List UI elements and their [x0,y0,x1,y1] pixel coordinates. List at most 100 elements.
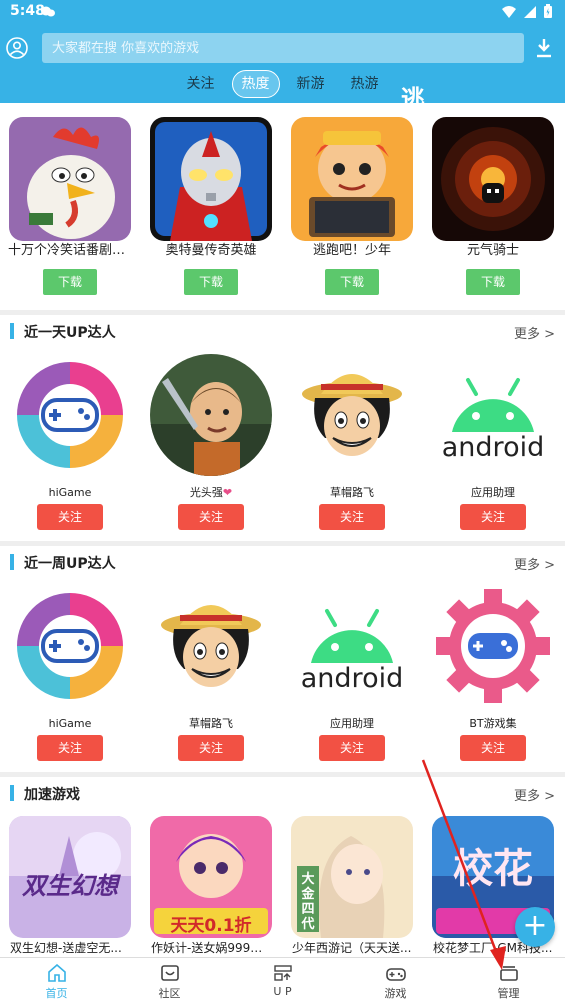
game-name: 逃跑吧！少年 [312,243,391,258]
avatar-bald-qiang[interactable] [150,354,272,476]
section-marker [10,785,14,801]
up-name: 应用助理 [471,486,515,499]
up-card[interactable]: BT游戏集 关注 [431,585,555,761]
bottom-nav: 首页 社区 U P 游戏 管理 [0,957,565,1004]
avatar-bt-game-collection[interactable] [432,585,554,707]
tab-new-games[interactable]: 新游 [288,70,334,98]
download-button[interactable]: 下载 [466,269,520,295]
section-marker [10,323,14,339]
nav-label: 游戏 [384,987,407,1000]
download-button[interactable]: 下载 [43,269,97,295]
up-name: BT游戏集 [469,717,517,730]
home-icon [47,964,66,982]
nav-label: 社区 [158,987,181,1000]
section-header-day: 近一天UP达人 更多 > [0,315,565,347]
wifi-icon [502,5,516,18]
up-card[interactable]: hiGame 关注 [8,354,132,530]
up-icon [273,965,292,981]
plus-icon: + [522,908,548,943]
search-box[interactable] [42,33,524,63]
game-name: 少年西游记（天天送... [292,941,412,955]
download-button[interactable]: 下载 [325,269,379,295]
game-name: 双生幻想-送虚空无... [10,941,122,955]
cover-title: 双生幻想 [22,872,118,900]
game-icon-escape[interactable]: 逃 [291,85,425,241]
avatar-straw-hat-luffy[interactable] [291,354,413,476]
android-logo-text: android [441,432,545,463]
follow-button[interactable]: 关注 [319,504,385,530]
game-icon-zuoyaoji[interactable]: 天天0.1折 [150,816,272,938]
follow-button[interactable]: 关注 [460,735,526,761]
section-marker [10,554,14,570]
game-icon-journey-west[interactable]: 大金四代 [291,816,413,938]
more-link[interactable]: 更多 > [514,554,555,573]
nav-home[interactable]: 首页 [0,958,113,1004]
up-card[interactable]: 草帽路飞 关注 [149,585,273,761]
up-card[interactable]: android 应用助理 关注 [431,354,555,530]
add-fab-button[interactable]: + [515,907,555,947]
game-card[interactable]: 逃 逃跑吧！少年 下载 [290,85,425,295]
up-card[interactable]: android 应用助理 关注 [290,585,414,761]
up-name: 光头强❤ [189,486,233,499]
manage-icon [499,966,518,981]
section-title: 加速游戏 [24,787,80,803]
search-input[interactable] [42,33,524,63]
heart-icon: ❤ [222,486,233,499]
accel-games-row: 双生幻想 双生幻想-送虚空无... 天天0.1折 作妖计-送女娲999现... [0,816,565,957]
accel-game-card[interactable]: 双生幻想 双生幻想-送虚空无... [8,816,132,957]
follow-button[interactable]: 关注 [319,735,385,761]
follow-button[interactable]: 关注 [178,735,244,761]
follow-button[interactable]: 关注 [178,504,244,530]
game-icon-soul-knight[interactable] [432,117,554,241]
section-title: 近一周UP达人 [24,556,116,572]
feed-tabs: 关注 热度 新游 热游 [0,70,565,98]
follow-button[interactable]: 关注 [37,504,103,530]
more-link[interactable]: 更多 > [514,323,555,342]
status-bar: 5:48 [0,0,565,24]
accel-game-card[interactable]: 天天0.1折 作妖计-送女娲999现... [149,816,273,957]
download-manager-icon[interactable] [535,38,553,58]
game-icon-twin-fantasy[interactable]: 双生幻想 [9,816,131,938]
game-icon-chicken[interactable] [9,117,131,241]
avatar-straw-hat-luffy[interactable] [150,585,272,707]
nav-community[interactable]: 社区 [113,958,226,1004]
avatar-higame[interactable] [9,585,131,707]
up-card[interactable]: 光头强❤ 关注 [149,354,273,530]
follow-button[interactable]: 关注 [37,735,103,761]
chat-notification-icon [41,6,55,17]
nav-label: U P [273,985,292,998]
section-header-accel: 加速游戏 更多 > [0,777,565,809]
game-card[interactable]: 奥特曼传奇英雄 下载 [149,117,273,295]
game-card[interactable]: 元气骑士 下载 [431,117,555,295]
nav-label: 首页 [45,987,68,1000]
nav-games[interactable]: 游戏 [339,958,452,1004]
follow-button[interactable]: 关注 [460,504,526,530]
avatar-android-assistant[interactable]: android [291,585,413,707]
avatar-higame[interactable] [9,354,131,476]
app-screen: 5:48 关注 [0,0,565,1004]
signal-icon [524,5,536,18]
featured-games: 十万个冷笑话番剧版... 下载 奥特曼传奇英雄 下载 逃 逃跑吧！少年 下载 元… [0,85,565,310]
battery-icon [544,4,552,18]
up-card[interactable]: 草帽路飞 关注 [290,354,414,530]
tab-follow[interactable]: 关注 [178,70,224,98]
game-name: 奥特曼传奇英雄 [165,243,257,258]
up-card[interactable]: hiGame 关注 [8,585,132,761]
more-link[interactable]: 更多 > [514,785,555,804]
game-name: 元气骑士 [466,243,519,258]
avatar-android-assistant[interactable]: android [432,354,554,476]
header: 5:48 关注 [0,0,565,103]
download-button[interactable]: 下载 [184,269,238,295]
game-card[interactable]: 十万个冷笑话番剧版... 下载 [8,117,132,295]
status-icons [501,4,553,19]
android-logo-text: android [300,663,404,694]
game-name: 作妖计-送女娲999现... [151,941,273,955]
tab-hot[interactable]: 热度 [231,70,280,98]
up-name: 草帽路飞 [189,717,233,730]
game-icon-ultraman[interactable] [150,117,272,241]
nav-up[interactable]: U P [226,958,339,1004]
user-profile-icon[interactable] [6,37,28,59]
accel-game-card[interactable]: 大金四代 少年西游记（天天送... [290,816,414,957]
nav-manage[interactable]: 管理 [452,958,565,1004]
cover-title: 天天0.1折 [170,916,252,936]
